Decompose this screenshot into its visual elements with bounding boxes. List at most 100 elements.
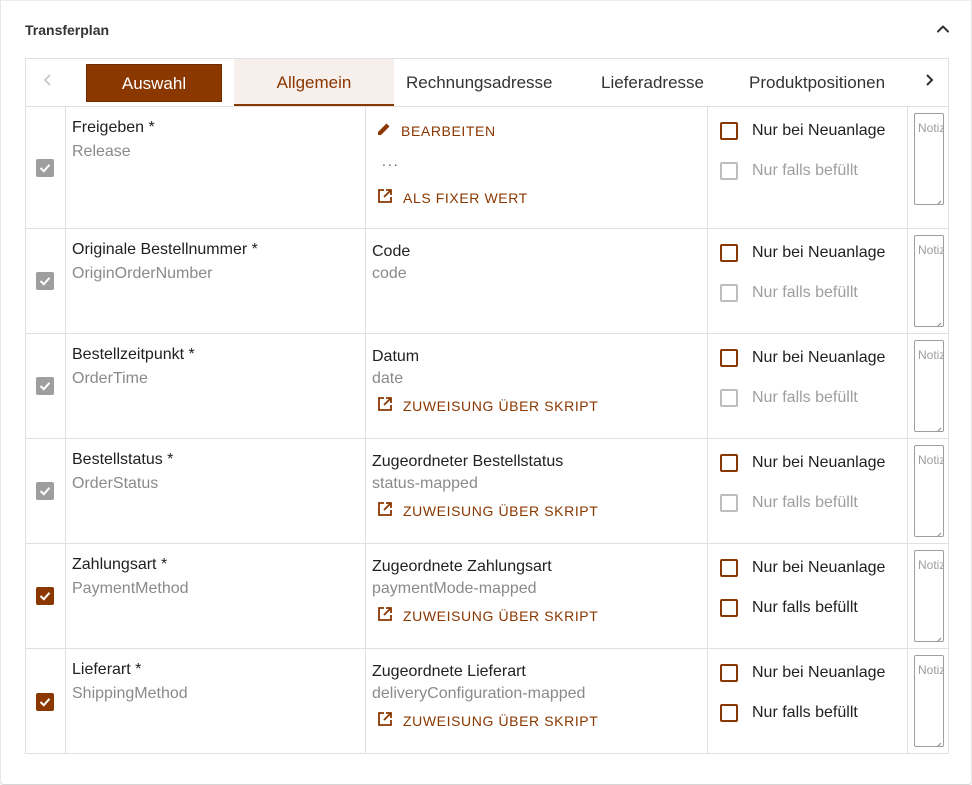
- note-placeholder: Notiz: [918, 663, 944, 677]
- enable-checkbox[interactable]: [36, 377, 54, 395]
- only-on-create-checkbox[interactable]: [720, 454, 738, 472]
- card-header: Transferplan: [25, 21, 955, 41]
- target-field-cell: Bestellzeitpunkt * OrderTime: [66, 334, 366, 438]
- tab-produktpositionen[interactable]: Produktpositionen: [749, 59, 885, 106]
- enable-cell: [26, 334, 66, 438]
- tab-scroll-right-button[interactable]: [910, 59, 948, 106]
- mapping-row: Originale Bestellnummer * OriginOrderNum…: [26, 229, 948, 334]
- resize-handle-icon[interactable]: [934, 737, 942, 746]
- script-assignment-button[interactable]: ZUWEISUNG ÜBER SKRIPT: [376, 396, 598, 416]
- only-if-filled-checkbox[interactable]: [720, 704, 738, 722]
- resize-handle-icon[interactable]: [934, 527, 942, 536]
- enable-cell: [26, 107, 66, 228]
- script-assignment-button[interactable]: ZUWEISUNG ÜBER SKRIPT: [376, 501, 598, 521]
- options-cell: Nur bei Neuanlage Nur falls befüllt: [708, 229, 908, 333]
- source-field-label: Datum: [372, 348, 420, 365]
- open-in-new-icon: [376, 187, 394, 210]
- options-cell: Nur bei Neuanlage Nur falls befüllt: [708, 544, 908, 648]
- note-textarea[interactable]: Notiz: [914, 340, 944, 432]
- target-field-label: Freigeben *: [72, 119, 155, 136]
- only-on-create-option[interactable]: Nur bei Neuanlage: [720, 663, 885, 683]
- source-field-key: date: [372, 370, 404, 387]
- script-assignment-label: ZUWEISUNG ÜBER SKRIPT: [403, 713, 599, 729]
- only-on-create-checkbox[interactable]: [720, 122, 738, 140]
- chevron-left-icon: [42, 72, 54, 93]
- tab-allgemein[interactable]: Allgemein: [234, 59, 394, 106]
- resize-handle-icon[interactable]: [934, 195, 942, 204]
- only-if-filled-label: Nur falls befüllt: [752, 389, 858, 406]
- source-cell: Zugeordnete Zahlungsart paymentMode-mappe…: [366, 544, 708, 648]
- only-if-filled-option[interactable]: Nur falls befüllt: [720, 283, 858, 303]
- only-if-filled-option[interactable]: Nur falls befüllt: [720, 493, 858, 513]
- only-on-create-label: Nur bei Neuanlage: [752, 244, 886, 261]
- target-field-cell: Bestellstatus * OrderStatus: [66, 439, 366, 543]
- source-field-key: code: [372, 265, 407, 282]
- mapping-row: Zahlungsart * PaymentMethod Zugeordnete …: [26, 544, 948, 649]
- card-title: Transferplan: [25, 22, 110, 38]
- target-field-label: Bestellzeitpunkt *: [72, 346, 195, 363]
- note-textarea[interactable]: Notiz: [914, 445, 944, 537]
- value-ellipsis: ...: [382, 153, 400, 169]
- resize-handle-icon[interactable]: [934, 422, 942, 431]
- enable-checkbox[interactable]: [36, 272, 54, 290]
- only-on-create-checkbox[interactable]: [720, 244, 738, 262]
- only-if-filled-checkbox[interactable]: [720, 162, 738, 180]
- only-if-filled-option[interactable]: Nur falls befüllt: [720, 161, 858, 181]
- mapping-row: Bestellstatus * OrderStatus Zugeordneter…: [26, 439, 948, 544]
- mapping-row: Lieferart * ShippingMethod Zugeordnete L…: [26, 649, 948, 754]
- only-on-create-checkbox[interactable]: [720, 559, 738, 577]
- only-on-create-label: Nur bei Neuanlage: [752, 454, 886, 471]
- chevron-right-icon: [923, 72, 935, 93]
- only-on-create-option[interactable]: Nur bei Neuanlage: [720, 453, 885, 473]
- chevron-up-icon[interactable]: [935, 21, 951, 37]
- script-assignment-button[interactable]: ZUWEISUNG ÜBER SKRIPT: [376, 711, 598, 731]
- source-field-label: Zugeordnete Zahlungsart: [372, 558, 552, 575]
- tab-lieferadresse[interactable]: Lieferadresse: [601, 59, 704, 106]
- note-cell: Notiz: [908, 334, 948, 438]
- only-if-filled-checkbox[interactable]: [720, 599, 738, 617]
- target-field-cell: Freigeben * Release: [66, 107, 366, 228]
- script-assignment-button[interactable]: ZUWEISUNG ÜBER SKRIPT: [376, 606, 598, 626]
- target-field-cell: Zahlungsart * PaymentMethod: [66, 544, 366, 648]
- source-field-label: Zugeordneter Bestellstatus: [372, 453, 564, 470]
- note-textarea[interactable]: Notiz: [914, 655, 944, 747]
- only-on-create-checkbox[interactable]: [720, 664, 738, 682]
- note-textarea[interactable]: Notiz: [914, 550, 944, 642]
- enable-checkbox[interactable]: [36, 587, 54, 605]
- fixed-value-button[interactable]: ALS FIXER WERT: [376, 188, 528, 208]
- enable-checkbox[interactable]: [36, 482, 54, 500]
- edit-button[interactable]: BEARBEITEN: [376, 121, 496, 141]
- only-if-filled-option[interactable]: Nur falls befüllt: [720, 598, 858, 618]
- only-on-create-checkbox[interactable]: [720, 349, 738, 367]
- only-on-create-label: Nur bei Neuanlage: [752, 559, 886, 576]
- only-on-create-option[interactable]: Nur bei Neuanlage: [720, 558, 885, 578]
- tab-scroll-left-button[interactable]: [26, 59, 70, 106]
- note-placeholder: Notiz: [918, 121, 944, 135]
- source-field-key: deliveryConfiguration-mapped: [372, 685, 586, 702]
- enable-cell: [26, 649, 66, 754]
- tab-rechnungsadresse[interactable]: Rechnungsadresse: [406, 59, 552, 106]
- target-field-label: Originale Bestellnummer *: [72, 241, 258, 258]
- only-if-filled-checkbox[interactable]: [720, 284, 738, 302]
- only-on-create-option[interactable]: Nur bei Neuanlage: [720, 348, 885, 368]
- only-if-filled-checkbox[interactable]: [720, 494, 738, 512]
- only-on-create-option[interactable]: Nur bei Neuanlage: [720, 243, 885, 263]
- only-if-filled-option[interactable]: Nur falls befüllt: [720, 703, 858, 723]
- target-field-label: Bestellstatus *: [72, 451, 174, 468]
- mapping-row: Bestellzeitpunkt * OrderTime Datum date ZU…: [26, 334, 948, 439]
- note-textarea[interactable]: Notiz: [914, 113, 944, 205]
- source-cell: Zugeordnete Lieferart deliveryConfigurati…: [366, 649, 708, 754]
- enable-checkbox[interactable]: [36, 692, 54, 711]
- only-if-filled-label: Nur falls befüllt: [752, 284, 858, 301]
- tab-auswahl[interactable]: Auswahl: [86, 64, 222, 102]
- only-on-create-option[interactable]: Nur bei Neuanlage: [720, 121, 885, 141]
- only-if-filled-option[interactable]: Nur falls befüllt: [720, 388, 858, 408]
- only-if-filled-checkbox[interactable]: [720, 389, 738, 407]
- note-textarea[interactable]: Notiz: [914, 235, 944, 327]
- enable-checkbox[interactable]: [36, 158, 54, 177]
- resize-handle-icon[interactable]: [934, 632, 942, 641]
- target-field-key: OriginOrderNumber: [72, 265, 213, 282]
- open-in-new-icon: [376, 395, 394, 418]
- resize-handle-icon[interactable]: [934, 317, 942, 326]
- enable-cell: [26, 544, 66, 648]
